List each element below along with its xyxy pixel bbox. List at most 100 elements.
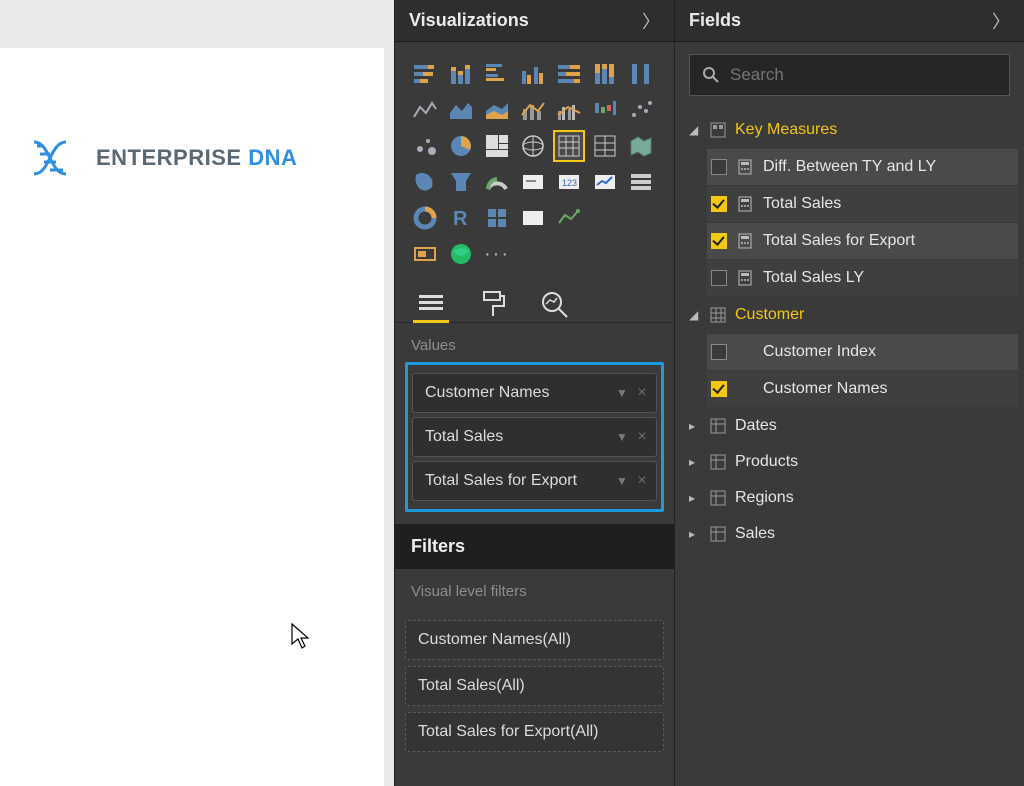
collapse-icon[interactable]: 〉 (642, 8, 660, 34)
values-label: Values (395, 323, 674, 362)
viz-custom-icon[interactable] (481, 202, 513, 234)
viz-multi-card-icon[interactable]: 123 (553, 166, 585, 198)
viz-placeholder-icon[interactable] (625, 202, 657, 234)
viz-clustered-bar-icon[interactable] (481, 58, 513, 90)
measure-icon (737, 196, 753, 212)
viz-map-icon[interactable] (517, 130, 549, 162)
visual-level-filters-label: Visual level filters (395, 569, 674, 608)
viz-line-column-icon[interactable] (517, 94, 549, 126)
visualizations-header[interactable]: Visualizations 〉 (395, 0, 674, 42)
viz-ribbon-icon[interactable] (625, 58, 657, 90)
checkbox[interactable] (711, 196, 727, 212)
value-well-label: Total Sales for Export (425, 472, 577, 490)
values-well-group[interactable]: Customer Names ▼ × Total Sales ▼ × Total… (405, 362, 664, 512)
analytics-tab[interactable] (537, 286, 573, 322)
chevron-down-icon[interactable]: ▼ (612, 386, 632, 400)
checkbox[interactable] (711, 159, 727, 175)
report-canvas-area: ENTERPRISE DNA (0, 0, 394, 786)
viz-area-icon[interactable] (445, 94, 477, 126)
value-well[interactable]: Total Sales for Export ▼ × (412, 461, 657, 501)
fields-tree: ◢ Key Measures Diff. Between TY and LY T… (675, 108, 1024, 552)
table-node-customer[interactable]: ◢ Customer (683, 297, 1024, 333)
field-row[interactable]: Customer Names (707, 371, 1018, 407)
filters-header[interactable]: Filters (395, 524, 674, 569)
viz-python-icon[interactable] (517, 202, 549, 234)
viz-scatter-icon[interactable] (625, 94, 657, 126)
viz-stacked-column-icon[interactable] (445, 58, 477, 90)
fields-header[interactable]: Fields 〉 (675, 0, 1024, 42)
viz-bubble-icon[interactable] (409, 130, 441, 162)
chevron-down-icon[interactable]: ▼ (612, 474, 632, 488)
viz-stacked-area-icon[interactable] (481, 94, 513, 126)
svg-text:123: 123 (562, 178, 577, 188)
viz-filled-map-icon[interactable] (625, 130, 657, 162)
value-well[interactable]: Customer Names ▼ × (412, 373, 657, 413)
table-node-regions[interactable]: ▸ Regions (683, 480, 1024, 516)
value-well[interactable]: Total Sales ▼ × (412, 417, 657, 457)
viz-table-icon[interactable] (553, 130, 585, 162)
viz-r-icon[interactable]: R (445, 202, 477, 234)
field-row[interactable]: Total Sales (707, 186, 1018, 222)
chevron-down-icon[interactable]: ▼ (612, 430, 632, 444)
checkbox[interactable] (711, 381, 727, 397)
report-page[interactable]: ENTERPRISE DNA (0, 48, 384, 786)
fields-tab[interactable] (413, 286, 449, 322)
remove-icon[interactable]: × (632, 428, 652, 446)
viz-funnel-icon[interactable] (445, 166, 477, 198)
viz-card-icon[interactable] (517, 166, 549, 198)
fields-tab-icon (417, 291, 445, 317)
viz-100-stacked-column-icon[interactable] (589, 58, 621, 90)
viz-card-outline-icon[interactable] (409, 238, 441, 270)
viz-placeholder-icon[interactable] (589, 202, 621, 234)
viz-slicer-icon[interactable] (625, 166, 657, 198)
table-node-key-measures[interactable]: ◢ Key Measures (683, 112, 1024, 148)
format-tab[interactable] (475, 286, 511, 322)
field-row[interactable]: Total Sales LY (707, 260, 1018, 296)
caret-right-icon: ▸ (689, 455, 701, 469)
viz-gauge-icon[interactable] (481, 166, 513, 198)
filter-well[interactable]: Total Sales(All) (405, 666, 664, 706)
table-node-products[interactable]: ▸ Products (683, 444, 1024, 480)
viz-treemap-icon[interactable] (481, 130, 513, 162)
viz-line-icon[interactable] (409, 94, 441, 126)
viz-property-tabs (395, 278, 674, 323)
viz-100-stacked-bar-icon[interactable] (553, 58, 585, 90)
filter-well[interactable]: Total Sales for Export(All) (405, 712, 664, 752)
viz-line-clustered-icon[interactable] (553, 94, 585, 126)
viz-matrix-icon[interactable] (589, 130, 621, 162)
caret-right-icon: ▸ (689, 419, 701, 433)
paint-roller-icon (480, 290, 506, 318)
remove-icon[interactable]: × (632, 472, 652, 490)
viz-line-and-dots-icon[interactable] (553, 202, 585, 234)
caret-down-icon: ◢ (689, 308, 701, 322)
visual-level-filters-group[interactable]: Customer Names(All) Total Sales(All) Tot… (405, 608, 664, 764)
filter-well[interactable]: Customer Names(All) (405, 620, 664, 660)
viz-waterfall-icon[interactable] (589, 94, 621, 126)
field-row[interactable]: Customer Index (707, 334, 1018, 370)
table-node-sales[interactable]: ▸ Sales (683, 516, 1024, 552)
viz-clustered-column-icon[interactable] (517, 58, 549, 90)
table-node-dates[interactable]: ▸ Dates (683, 408, 1024, 444)
collapse-icon[interactable]: 〉 (992, 8, 1010, 34)
table-icon (709, 489, 727, 507)
viz-pie-icon[interactable] (445, 130, 477, 162)
dna-icon (30, 138, 86, 178)
viz-arcgis-icon[interactable] (445, 238, 477, 270)
checkbox[interactable] (711, 233, 727, 249)
viz-kpi-icon[interactable] (589, 166, 621, 198)
viz-shape-map-icon[interactable] (409, 166, 441, 198)
search-box[interactable] (689, 54, 1010, 96)
table-icon (709, 306, 727, 324)
field-row[interactable]: Diff. Between TY and LY (707, 149, 1018, 185)
fields-panel: Fields 〉 ◢ Key Measures Diff. Between TY… (674, 0, 1024, 786)
remove-icon[interactable]: × (632, 384, 652, 402)
viz-stacked-bar-icon[interactable] (409, 58, 441, 90)
checkbox[interactable] (711, 270, 727, 286)
checkbox[interactable] (711, 344, 727, 360)
logo: ENTERPRISE DNA (30, 138, 297, 178)
search-input[interactable] (730, 65, 997, 85)
field-row[interactable]: Total Sales for Export (707, 223, 1018, 259)
viz-more-icon[interactable]: ··· (481, 238, 513, 270)
viz-donut-icon[interactable] (409, 202, 441, 234)
caret-down-icon: ◢ (689, 123, 701, 137)
